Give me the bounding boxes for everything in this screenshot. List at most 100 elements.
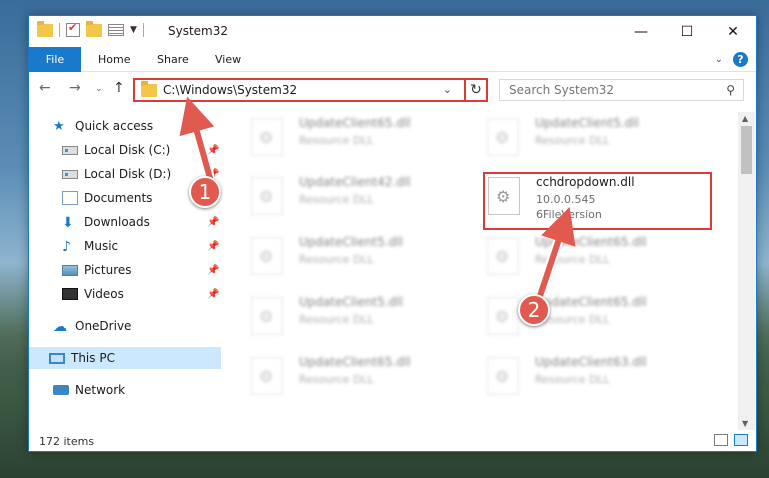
- star-icon: ★: [53, 119, 65, 134]
- recent-locations-chevron-icon[interactable]: ⌄: [95, 84, 103, 94]
- sidebar-item-this-pc[interactable]: This PC: [29, 347, 221, 369]
- tab-file[interactable]: File: [29, 47, 81, 72]
- sidebar-item-label: Videos: [84, 287, 124, 301]
- sidebar-item-videos[interactable]: Videos 📌: [29, 283, 221, 305]
- sidebar-item-label: OneDrive: [75, 319, 132, 333]
- sidebar-item-label: Pictures: [84, 263, 132, 277]
- dll-file-icon: [251, 357, 283, 395]
- file-name: UpdateClient42.dll: [299, 175, 411, 189]
- file-item[interactable]: UpdateClient65.dll Resource DLL: [251, 353, 471, 399]
- ribbon-controls: ⌄ ?: [715, 52, 748, 67]
- up-arrow-icon[interactable]: ↑: [113, 80, 125, 96]
- sidebar-item-quick-access[interactable]: ★ Quick access: [29, 115, 221, 137]
- file-type: Resource DLL: [299, 193, 374, 206]
- title-bar: ▼ System32 — ☐ ✕: [29, 16, 756, 47]
- dll-file-icon: [251, 118, 283, 156]
- file-item[interactable]: UpdateClient5.dll Resource DLL: [487, 114, 707, 160]
- file-item[interactable]: UpdateClient65.dll Resource DLL: [251, 114, 471, 160]
- customize-toolbar-dropdown-icon[interactable]: ▼: [130, 25, 137, 35]
- folder-icon: [141, 80, 157, 97]
- sidebar-item-label: Local Disk (D:): [84, 167, 172, 181]
- address-dropdown-chevron-icon[interactable]: ⌄: [443, 83, 452, 96]
- quick-access-toolbar: ▼: [37, 20, 144, 37]
- file-type: Resource DLL: [299, 313, 374, 326]
- forward-arrow-icon[interactable]: →: [69, 80, 81, 96]
- sidebar-item-onedrive[interactable]: ☁ OneDrive: [29, 315, 221, 337]
- pin-icon[interactable]: 📌: [207, 265, 219, 276]
- file-item[interactable]: UpdateClient65.dll Resource DLL: [487, 233, 707, 279]
- file-name: UpdateClient63.dll: [535, 355, 647, 369]
- sidebar-item-downloads[interactable]: ⬇ Downloads 📌: [29, 211, 221, 233]
- help-icon[interactable]: ?: [733, 52, 748, 67]
- scroll-up-arrow-icon[interactable]: ▲: [742, 114, 748, 123]
- search-box[interactable]: ⚲: [499, 79, 744, 101]
- expand-ribbon-chevron-icon[interactable]: ⌄: [715, 54, 723, 65]
- details-view-icon[interactable]: [714, 434, 728, 446]
- pc-icon: [49, 352, 65, 364]
- disk-icon: [62, 145, 78, 155]
- file-item[interactable]: UpdateClient5.dll Resource DLL: [251, 293, 471, 339]
- sidebar-item-music[interactable]: ♪ Music 📌: [29, 235, 221, 257]
- download-icon: ⬇: [62, 215, 74, 231]
- ribbon-tabs: File Home Share View ⌄ ?: [29, 47, 756, 72]
- file-name: UpdateClient65.dll: [299, 116, 411, 130]
- file-name: UpdateClient65.dll: [299, 355, 411, 369]
- status-bar: 172 items: [29, 430, 756, 452]
- navigation-bar: ← → ⌄ ↑ C:\Windows\System32 ⌄ ↻ ⚲: [29, 73, 756, 105]
- documents-icon: [62, 191, 78, 205]
- scroll-down-arrow-icon[interactable]: ▼: [742, 419, 748, 428]
- file-type: Resource DLL: [299, 253, 374, 266]
- file-type: Resource DLL: [299, 373, 374, 386]
- file-item[interactable]: UpdateClient5.dll Resource DLL: [251, 233, 471, 279]
- file-item[interactable]: UpdateClient42.dll Resource DLL: [251, 173, 471, 219]
- file-name: UpdateClient65.dll: [535, 235, 647, 249]
- back-arrow-icon[interactable]: ←: [39, 80, 51, 96]
- file-highlight-box: [483, 172, 712, 230]
- pin-icon[interactable]: 📌: [207, 145, 219, 156]
- file-name: UpdateClient5.dll: [535, 116, 639, 130]
- dll-file-icon: [487, 357, 519, 395]
- search-input[interactable]: [509, 83, 709, 97]
- item-count: 172 items: [39, 434, 95, 448]
- properties-icon[interactable]: [66, 21, 80, 37]
- sidebar-item-pictures[interactable]: Pictures 📌: [29, 259, 221, 281]
- refresh-button[interactable]: ↻: [464, 78, 488, 102]
- address-path: C:\Windows\System32: [163, 83, 298, 97]
- videos-icon: [62, 288, 78, 300]
- sidebar-item-label: Downloads: [84, 215, 150, 229]
- tab-home[interactable]: Home: [98, 47, 130, 72]
- vertical-scrollbar[interactable]: ▲ ▼: [738, 112, 755, 430]
- toolbar-divider: [59, 23, 60, 37]
- view-options-icon[interactable]: [108, 24, 124, 36]
- network-icon: [53, 385, 69, 395]
- file-name: UpdateClient5.dll: [299, 295, 403, 309]
- file-type: Resource DLL: [535, 134, 610, 147]
- file-type: Resource DLL: [299, 134, 374, 147]
- pin-icon[interactable]: 📌: [207, 217, 219, 228]
- close-button[interactable]: ✕: [710, 16, 756, 47]
- scrollbar-thumb[interactable]: [741, 126, 752, 174]
- tab-share[interactable]: Share: [157, 47, 189, 72]
- sidebar-item-label: Local Disk (C:): [84, 143, 171, 157]
- search-icon[interactable]: ⚲: [726, 83, 735, 97]
- tab-view[interactable]: View: [215, 47, 241, 72]
- dll-file-icon: [251, 297, 283, 335]
- large-icons-view-icon[interactable]: [734, 434, 748, 446]
- minimize-button[interactable]: —: [618, 16, 664, 47]
- pin-icon[interactable]: 📌: [207, 289, 219, 300]
- file-type: Resource DLL: [535, 253, 610, 266]
- file-item[interactable]: UpdateClient63.dll Resource DLL: [487, 353, 707, 399]
- sidebar-item-label: This PC: [71, 351, 115, 365]
- pin-icon[interactable]: 📌: [207, 241, 219, 252]
- sidebar-item-network[interactable]: Network: [29, 379, 221, 401]
- address-bar[interactable]: C:\Windows\System32 ⌄: [133, 78, 488, 102]
- file-name: UpdateClient65.dll: [535, 295, 647, 309]
- dll-file-icon: [251, 237, 283, 275]
- sidebar-item-label: Documents: [84, 191, 153, 205]
- file-explorer-window: ▼ System32 — ☐ ✕ File Home Share View ⌄ …: [28, 15, 757, 452]
- pictures-icon: [62, 264, 78, 276]
- new-folder-icon[interactable]: [86, 20, 102, 37]
- sidebar-item-local-disk-c[interactable]: Local Disk (C:) 📌: [29, 139, 221, 161]
- maximize-button[interactable]: ☐: [664, 16, 710, 47]
- window-title: System32: [168, 24, 229, 38]
